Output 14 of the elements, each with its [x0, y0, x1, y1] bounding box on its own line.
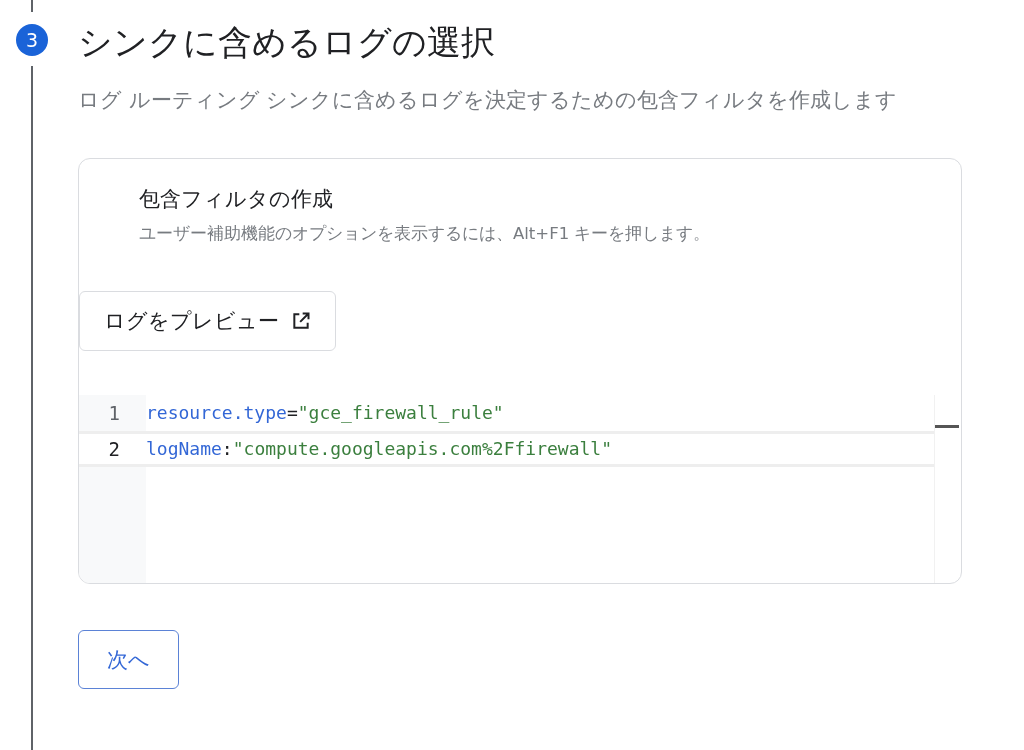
external-link-icon [291, 311, 311, 331]
scroll-marker [935, 425, 959, 428]
code-line: logName:"compute.googleapis.com%2Ffirewall" [146, 431, 934, 467]
line-number: 1 [107, 401, 121, 426]
code-editor[interactable]: resource.type="gce_firewall_rule" logName:"compute.googleapis.com%2Ffirewall" [146, 395, 934, 583]
card-title: 包含フィルタの作成 [139, 186, 334, 213]
code-line: resource.type="gce_firewall_rule" [146, 401, 505, 425]
step-description: ログ ルーティング シンクに含めるログを決定するための包含フィルタを作成します [78, 87, 899, 114]
step-number: 3 [16, 24, 48, 56]
line-number: 2 [79, 431, 146, 467]
next-button[interactable]: 次へ [78, 630, 179, 689]
preview-logs-button[interactable]: ログをプレビュー [79, 291, 336, 351]
step-title: シンクに含めるログの選択 [78, 21, 496, 64]
accessibility-hint: ユーザー補助機能のオプションを表示するには、Alt+F1 キーを押します。 [139, 223, 712, 245]
